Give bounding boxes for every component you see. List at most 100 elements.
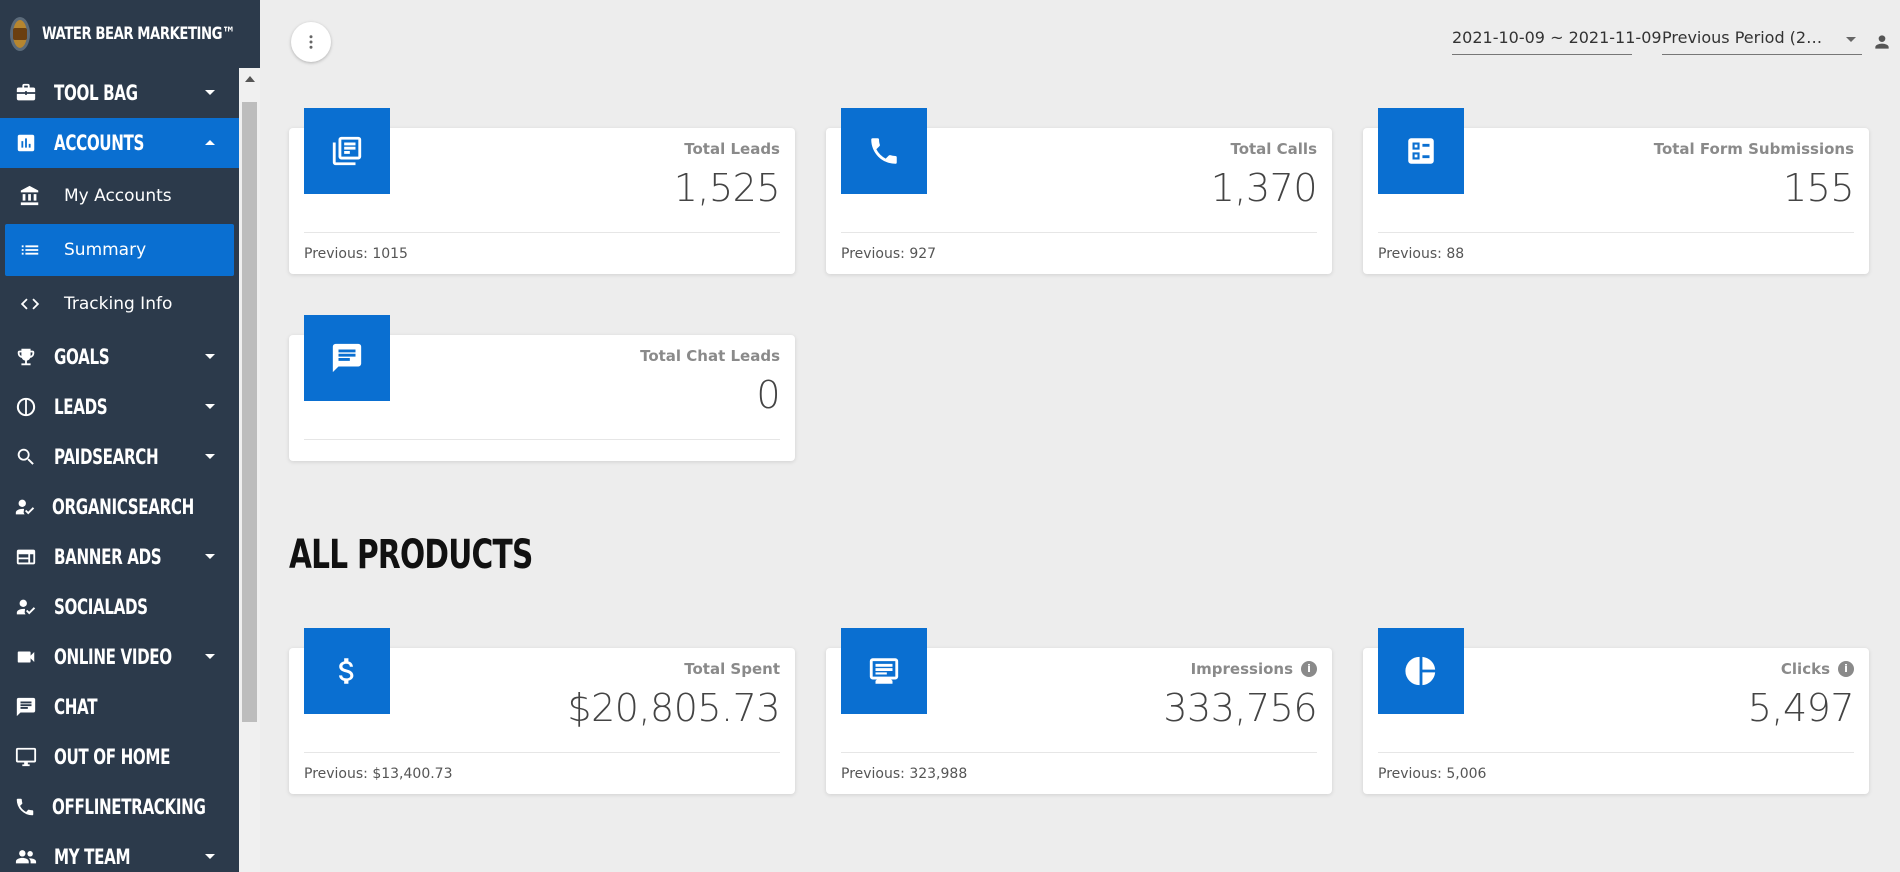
card-divider: [304, 439, 780, 440]
stat-card-total-leads: Total Leads 1,525 Previous: 1015: [289, 108, 795, 274]
card-divider: [1378, 232, 1854, 233]
stat-label-text: Impressions: [1190, 660, 1293, 678]
stat-previous: Previous: 88: [1378, 246, 1465, 262]
sidebar-item-label: ONLINE VIDEO: [54, 645, 172, 669]
sidebar-item-label: ACCOUNTS: [54, 131, 145, 155]
more-vertical-icon: [302, 33, 320, 51]
sidebar-item-offlinetracking[interactable]: OFFLINETRACKING: [0, 782, 239, 832]
sidebar-item-goals[interactable]: GOALS: [0, 332, 239, 382]
phone-icon: [14, 795, 36, 819]
sidebar-item-online-video[interactable]: ONLINE VIDEO: [0, 632, 239, 682]
sidebar-item-label: TOOL BAG: [54, 81, 138, 105]
bar-chart-icon: [14, 131, 38, 155]
video-camera-icon: [14, 645, 38, 669]
stat-card-clicks: Clicks i 5,497 Previous: 5,006: [1363, 628, 1869, 794]
card-divider: [841, 752, 1317, 753]
phone-icon: [841, 108, 927, 194]
info-icon[interactable]: i: [1838, 661, 1854, 677]
sidebar: WATER BEAR MARKETING™ TOOL BAG ACCOUNTS …: [0, 0, 260, 872]
sidebar-item-accounts[interactable]: ACCOUNTS: [0, 118, 239, 168]
monitor-icon: [14, 745, 38, 769]
stat-label: Total Leads: [684, 140, 780, 158]
trophy-icon: [14, 345, 38, 369]
stat-label: Total Calls: [1230, 140, 1317, 158]
stat-previous: Previous: $13,400.73: [304, 766, 453, 782]
scrollbar-thumb[interactable]: [242, 102, 257, 722]
sidebar-item-label: ORGANICSEARCH: [52, 495, 194, 519]
card-divider: [304, 752, 780, 753]
card-divider: [1378, 752, 1854, 753]
stat-label: Total Form Submissions: [1653, 140, 1854, 158]
chevron-up-icon: [205, 140, 215, 145]
sidebar-item-label: CHAT: [54, 695, 98, 719]
contrast-icon: [14, 395, 38, 419]
date-range-picker[interactable]: 2021-10-09 ~ 2021-11-09: [1452, 28, 1662, 55]
comparison-period-select[interactable]: Previous Period (2021-...: [1662, 28, 1862, 55]
stat-value: 1,370: [1210, 166, 1318, 210]
sidebar-subitem-label: Summary: [64, 240, 147, 260]
brand-name: WATER BEAR MARKETING™: [42, 24, 235, 44]
form-list-icon: [1378, 108, 1464, 194]
people-icon: [14, 845, 38, 869]
chevron-down-icon: [205, 654, 215, 659]
pie-chart-icon: [1378, 628, 1464, 714]
person-check-icon: [14, 495, 36, 519]
chevron-down-icon: [205, 854, 215, 859]
sidebar-item-leads[interactable]: LEADS: [0, 382, 239, 432]
chevron-down-icon: [1846, 37, 1856, 42]
sidebar-subitem-my-accounts[interactable]: My Accounts: [5, 170, 234, 222]
stat-previous: Previous: 1015: [304, 246, 408, 262]
person-icon[interactable]: [1872, 32, 1892, 52]
scroll-up-arrow-icon[interactable]: [245, 76, 255, 82]
sidebar-item-socialads[interactable]: SOCIALADS: [0, 582, 239, 632]
sidebar-item-label: BANNER ADS: [54, 545, 162, 569]
stat-card-total-form-submissions: Total Form Submissions 155 Previous: 88: [1363, 108, 1869, 274]
section-title: ALL PRODUCTS: [289, 532, 533, 578]
stat-label-text: Clicks: [1780, 660, 1830, 678]
chat-bubble-icon: [304, 315, 390, 401]
stat-label: Total Spent: [684, 660, 780, 678]
sidebar-item-organicsearch[interactable]: ORGANICSEARCH: [0, 482, 239, 532]
web-window-icon: [14, 545, 38, 569]
stat-card-total-chat-leads: Total Chat Leads 0: [289, 315, 795, 461]
chevron-down-icon: [205, 354, 215, 359]
stat-value: 155: [1782, 166, 1855, 210]
brand-logo-icon: [10, 17, 30, 51]
sidebar-item-banner-ads[interactable]: BANNER ADS: [0, 532, 239, 582]
stat-value: 1,525: [673, 166, 781, 210]
brand[interactable]: WATER BEAR MARKETING™: [0, 0, 260, 68]
sidebar-item-label: OFFLINETRACKING: [52, 795, 206, 819]
stat-card-total-spent: Total Spent $20,805.73 Previous: $13,400…: [289, 628, 795, 794]
stat-value: 5,497: [1747, 686, 1855, 730]
sidebar-item-tool-bag[interactable]: TOOL BAG: [0, 68, 239, 118]
chevron-down-icon: [205, 454, 215, 459]
info-icon[interactable]: i: [1301, 661, 1317, 677]
sidebar-item-label: MY TEAM: [54, 845, 131, 869]
chevron-down-icon: [205, 90, 215, 95]
sidebar-item-label: OUT OF HOME: [54, 745, 171, 769]
sidebar-item-out-of-home[interactable]: OUT OF HOME: [0, 732, 239, 782]
sidebar-item-chat[interactable]: CHAT: [0, 682, 239, 732]
sidebar-item-my-team[interactable]: MY TEAM: [0, 832, 239, 872]
card-divider: [304, 232, 780, 233]
code-icon: [18, 292, 42, 316]
sidebar-item-paidsearch[interactable]: PAIDSEARCH: [0, 432, 239, 482]
stat-value: 333,756: [1163, 686, 1317, 730]
person-check-icon: [14, 595, 38, 619]
stat-card-total-calls: Total Calls 1,370 Previous: 927: [826, 108, 1332, 274]
chat-bubble-icon: [14, 695, 38, 719]
stat-card-impressions: Impressions i 333,756 Previous: 323,988: [826, 628, 1332, 794]
sidebar-scrollbar[interactable]: [239, 68, 260, 872]
sidebar-subitem-summary[interactable]: Summary: [5, 224, 234, 276]
sidebar-item-label: SOCIALADS: [54, 595, 148, 619]
stat-label: Clicks i: [1781, 660, 1854, 678]
sidebar-item-label: PAIDSEARCH: [54, 445, 159, 469]
sidebar-item-label: GOALS: [54, 345, 110, 369]
more-options-button[interactable]: [291, 22, 331, 62]
sidebar-subitem-tracking-info[interactable]: Tracking Info: [5, 278, 234, 330]
search-icon: [14, 445, 38, 469]
stat-previous: Previous: 927: [841, 246, 937, 262]
chevron-down-icon: [205, 554, 215, 559]
sidebar-subitem-label: Tracking Info: [64, 294, 173, 314]
bank-icon: [18, 184, 42, 208]
